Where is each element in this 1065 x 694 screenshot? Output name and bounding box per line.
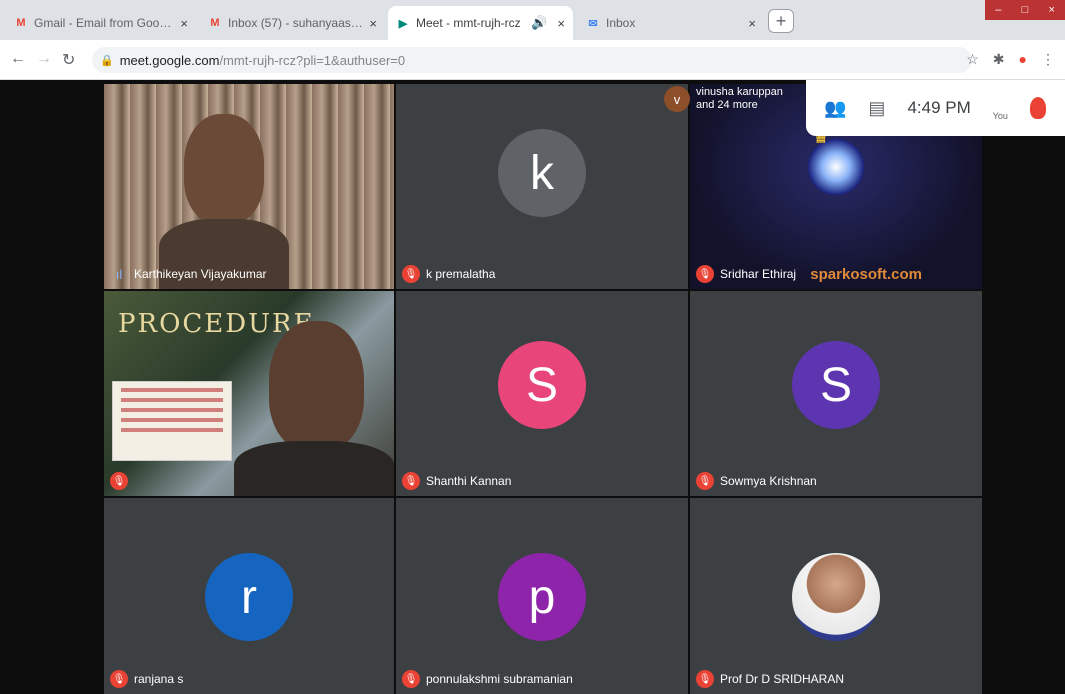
- participant-name: Karthikeyan Vijayakumar: [134, 267, 267, 281]
- participant-nameplate: 🎙 k premalatha: [402, 265, 495, 283]
- tab-title: Inbox: [606, 16, 636, 30]
- menu-icon[interactable]: ⋮: [1041, 51, 1055, 68]
- participant-tile[interactable]: S 🎙 Shanthi Kannan: [396, 291, 688, 496]
- participant-photo: [792, 553, 880, 641]
- avatar: S: [498, 341, 586, 429]
- clock: 4:49 PM: [907, 98, 971, 117]
- participant-nameplate: ıl Karthikeyan Vijayakumar: [110, 265, 267, 283]
- profile-icon[interactable]: ●: [1019, 51, 1027, 68]
- tab-inbox-57[interactable]: M Inbox (57) - suhanyaasubb@gm ×: [200, 6, 385, 40]
- participant-name: ponnulakshmi subramanian: [426, 672, 573, 686]
- poster-image: [112, 381, 232, 461]
- participant-video: [234, 441, 394, 496]
- tab-title: Gmail - Email from Google: [34, 16, 175, 30]
- watermark-text: sparkosoft.com: [810, 266, 922, 283]
- tab-title: Inbox (57) - suhanyaasubb@gm: [228, 16, 364, 30]
- inbox-icon: ✉: [588, 17, 598, 30]
- meet-icon: ▶: [398, 17, 408, 30]
- avatar: v: [664, 86, 690, 112]
- close-icon[interactable]: ×: [557, 16, 565, 31]
- close-window-icon[interactable]: ×: [1038, 0, 1065, 20]
- close-icon[interactable]: ×: [369, 16, 377, 31]
- participants-icon[interactable]: 👥: [824, 98, 846, 119]
- avatar: p: [498, 553, 586, 641]
- window-controls: – □ ×: [985, 0, 1065, 20]
- participant-name: Sowmya Krishnan: [720, 474, 817, 488]
- meet-grid: ıl Karthikeyan Vijayakumar k 🎙 k premala…: [0, 80, 1065, 694]
- participant-name: Prof Dr D SRIDHARAN: [720, 672, 845, 686]
- extension-icon[interactable]: ✱: [993, 51, 1005, 68]
- participant-video: [184, 114, 264, 224]
- close-icon[interactable]: ×: [748, 16, 756, 31]
- browser-toolbar: ← → ↻ 🔒 meet.google.com /mmt-rujh-rcz?pl…: [0, 40, 1065, 80]
- mic-off-icon: 🎙: [696, 670, 714, 688]
- participant-tile[interactable]: 🎙 Prof Dr D SRIDHARAN: [690, 498, 982, 694]
- avatar: k: [498, 129, 586, 217]
- avatar: S: [792, 341, 880, 429]
- you-label: You: [992, 111, 1008, 121]
- mic-off-icon: 🎙: [110, 670, 128, 688]
- participant-nameplate: 🎙 Shanthi Kannan: [402, 472, 511, 490]
- speaker-icon: 🔊: [531, 15, 548, 30]
- participant-tile[interactable]: PROCEDURE 🎙: [104, 291, 394, 496]
- mic-off-icon: 🎙: [402, 265, 420, 283]
- mic-off-icon: 🎙: [110, 472, 128, 490]
- participant-tile[interactable]: p 🎙 ponnulakshmi subramanian: [396, 498, 688, 694]
- participant-tile[interactable]: r 🎙 ranjana s: [104, 498, 394, 694]
- participant-nameplate: 🎙 ranjana s: [110, 670, 183, 688]
- participant-nameplate: 🎙 Sowmya Krishnan: [696, 472, 817, 490]
- maximize-icon[interactable]: □: [1012, 0, 1039, 20]
- participant-nameplate: 🎙 Sridhar Ethiraj: [696, 265, 796, 283]
- participant-video: [269, 321, 364, 451]
- self-view-thumbnail[interactable]: [1029, 97, 1046, 119]
- browser-tab-strip: M Gmail - Email from Google × M Inbox (5…: [0, 0, 1065, 40]
- reload-icon[interactable]: ↻: [62, 50, 75, 70]
- gmail-icon: M: [16, 17, 26, 29]
- participant-tile[interactable]: S 🎙 Sowmya Krishnan: [690, 291, 982, 496]
- meet-top-controls: 👥 ▤ 4:49 PM You: [806, 80, 1065, 136]
- join-notification: v vinusha karuppan and 24 more: [664, 86, 783, 112]
- mic-off-icon: 🎙: [696, 472, 714, 490]
- tab-gmail[interactable]: M Gmail - Email from Google ×: [6, 6, 196, 40]
- new-tab-button[interactable]: +: [768, 9, 794, 33]
- close-icon[interactable]: ×: [180, 16, 188, 31]
- participant-nameplate: 🎙 Prof Dr D SRIDHARAN: [696, 670, 844, 688]
- participant-tile[interactable]: k 🎙 k premalatha: [396, 84, 688, 289]
- tab-meet[interactable]: ▶ Meet - mmt-rujh-rcz 🔊 ×: [388, 6, 573, 40]
- back-icon[interactable]: ←: [10, 50, 26, 68]
- mic-on-icon: ıl: [115, 266, 123, 282]
- url-host: meet.google.com: [119, 52, 220, 68]
- avatar: r: [205, 553, 293, 641]
- mic-off-icon: 🎙: [696, 265, 714, 283]
- participant-nameplate: 🎙 ponnulakshmi subramanian: [402, 670, 573, 688]
- join-notification-name: vinusha karuppan: [696, 86, 783, 98]
- participant-tile[interactable]: ıl Karthikeyan Vijayakumar: [104, 84, 394, 289]
- participant-name: ranjana s: [134, 672, 184, 686]
- mic-off-icon: 🎙: [402, 670, 420, 688]
- participant-name: k premalatha: [426, 267, 496, 281]
- gmail-icon: M: [210, 17, 220, 29]
- toolbar-actions: ☆ ✱ ● ⋮: [966, 51, 1055, 68]
- minimize-icon[interactable]: –: [985, 0, 1012, 20]
- star-icon[interactable]: ☆: [966, 51, 979, 68]
- address-bar[interactable]: 🔒 meet.google.com /mmt-rujh-rcz?pli=1&au…: [92, 47, 972, 73]
- participant-name: Sridhar Ethiraj: [720, 267, 797, 281]
- join-notification-more: and 24 more: [696, 99, 758, 111]
- participant-nameplate: 🎙: [110, 472, 134, 490]
- url-path: /mmt-rujh-rcz?pli=1&authuser=0: [219, 52, 406, 68]
- forward-icon[interactable]: →: [36, 50, 52, 68]
- chat-icon[interactable]: ▤: [868, 98, 885, 119]
- tab-title: Meet - mmt-rujh-rcz: [416, 16, 521, 30]
- participant-name: Shanthi Kannan: [426, 474, 512, 488]
- mic-off-icon: 🎙: [402, 472, 420, 490]
- lock-icon: 🔒: [100, 54, 114, 67]
- tab-inbox[interactable]: ✉ Inbox ×: [578, 6, 764, 40]
